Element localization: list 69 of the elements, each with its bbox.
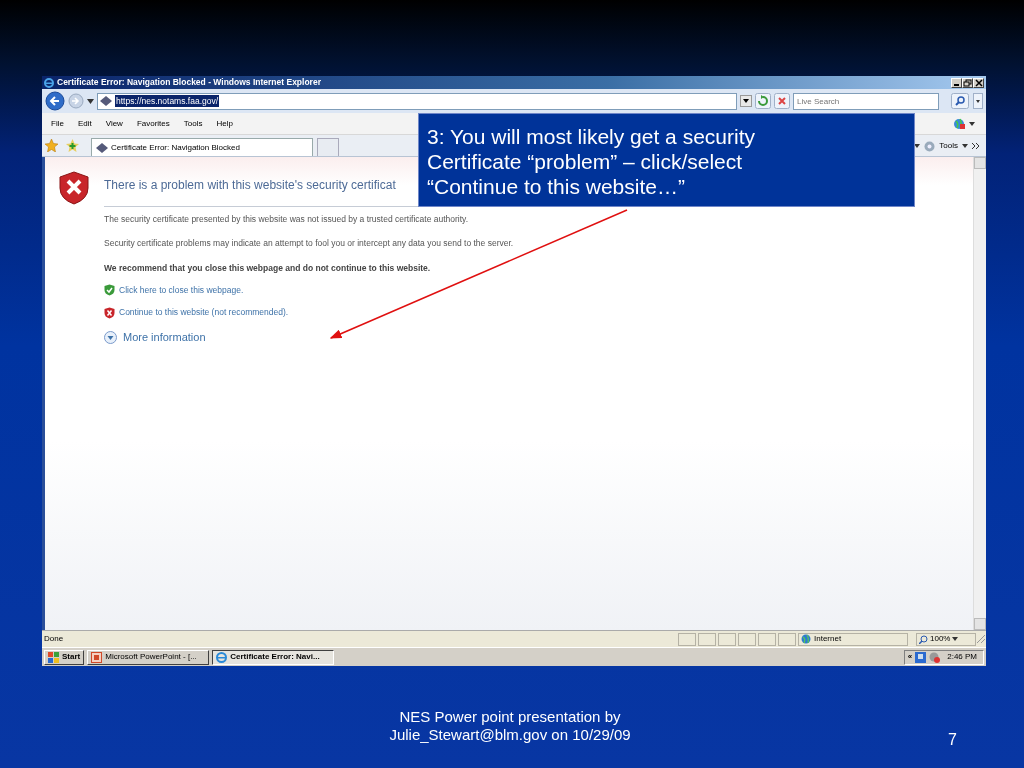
restore-icon	[963, 78, 972, 87]
link[interactable]: Click here to close this webpage.	[119, 283, 244, 297]
close-icon	[974, 78, 983, 87]
menu-item[interactable]: Help	[210, 117, 239, 130]
menu-item[interactable]: View	[99, 117, 129, 130]
dropdown-button[interactable]	[740, 95, 752, 107]
presentation-icon	[91, 651, 103, 663]
browser-icon	[44, 77, 54, 88]
tools-button[interactable]: Tools	[924, 140, 968, 152]
page-number: 7	[948, 730, 957, 750]
footer-text: Julie_Stewart@blm.gov on 10/29/09	[388, 726, 632, 744]
stop-button[interactable]	[774, 93, 790, 109]
dropdown-arrow-icon[interactable]	[87, 98, 94, 104]
search-field[interactable]: Live Search	[793, 92, 939, 110]
network-icon	[915, 651, 927, 663]
gear-icon	[924, 140, 936, 152]
dropdown-arrow-icon[interactable]	[914, 144, 921, 148]
tray-icon	[929, 651, 941, 663]
paragraph: Security certificate problems may indicate an attempt to fool you or intercept any data you send to the server.	[104, 237, 515, 250]
more-information-link[interactable]: More information	[123, 329, 206, 346]
minimize-button[interactable]	[951, 77, 962, 88]
security-zone: Internet	[798, 632, 908, 646]
globe-icon	[801, 634, 811, 644]
menu-item[interactable]: File	[45, 117, 70, 130]
callout-text: 3: You will most likely get a security	[427, 124, 756, 150]
footer-text: NES Power point presentation by	[398, 708, 622, 726]
resize-grip-icon	[976, 634, 986, 644]
site-icon	[96, 142, 108, 153]
dropdown-arrow-icon	[952, 637, 959, 641]
flag-icon	[48, 651, 59, 663]
link[interactable]: Continue to this website (not recommended).	[119, 306, 289, 320]
dropdown-button[interactable]	[973, 93, 983, 109]
taskbar-button[interactable]: Microsoft PowerPoint - [...	[87, 649, 210, 665]
window-title: Certificate Error: Navigation Blocked - Windows Internet Explorer	[57, 76, 321, 89]
menu-item[interactable]: Tools	[177, 117, 209, 130]
error-shield-icon	[59, 171, 89, 205]
expand-icon[interactable]	[104, 330, 117, 344]
heading: There is a problem with this website's security certificat	[104, 177, 396, 194]
zoom-button[interactable]: 100%	[916, 632, 976, 646]
close-button[interactable]	[973, 77, 984, 88]
scrollbar[interactable]	[973, 157, 986, 630]
zoom-icon	[919, 634, 928, 644]
status-text: Done	[44, 633, 64, 645]
clock-text: 2:46 PM	[947, 651, 977, 663]
start-button[interactable]: Start	[44, 649, 85, 665]
paragraph: The security certificate presented by this website was not issued by a trusted certificate authority.	[104, 214, 470, 226]
menu-item[interactable]: Edit	[71, 117, 98, 130]
globe-icon[interactable]	[953, 117, 965, 130]
tray-expand-button[interactable]: «	[907, 651, 913, 663]
minimize-icon	[954, 84, 959, 86]
search-button[interactable]	[951, 93, 969, 109]
chevron-icon[interactable]	[972, 143, 979, 149]
site-icon	[100, 96, 112, 106]
callout-text: Certificate “problem” – click/select	[427, 149, 744, 175]
dropdown-arrow-icon[interactable]	[969, 121, 975, 126]
restore-button[interactable]	[962, 77, 973, 88]
back-button[interactable]	[45, 91, 65, 111]
recommendation-text: We recommend that you close this webpage and do not continue to this website.	[104, 261, 432, 275]
favorites-star-icon[interactable]	[45, 139, 58, 152]
menu-item[interactable]: Favorites	[130, 117, 176, 130]
callout-text: “Continue to this website…”	[427, 174, 686, 200]
taskbar-button[interactable]: Certificate Error: Navi...	[212, 649, 335, 665]
add-favorite-icon[interactable]	[66, 139, 79, 152]
address-field[interactable]: https://nes.notams.faa.gov/	[97, 92, 737, 110]
safe-shield-icon	[104, 283, 115, 296]
tab[interactable]: Certificate Error: Navigation Blocked	[91, 138, 313, 156]
browser-icon	[216, 651, 228, 663]
dropdown-arrow-icon	[962, 144, 968, 148]
error-shield-icon	[104, 306, 115, 319]
